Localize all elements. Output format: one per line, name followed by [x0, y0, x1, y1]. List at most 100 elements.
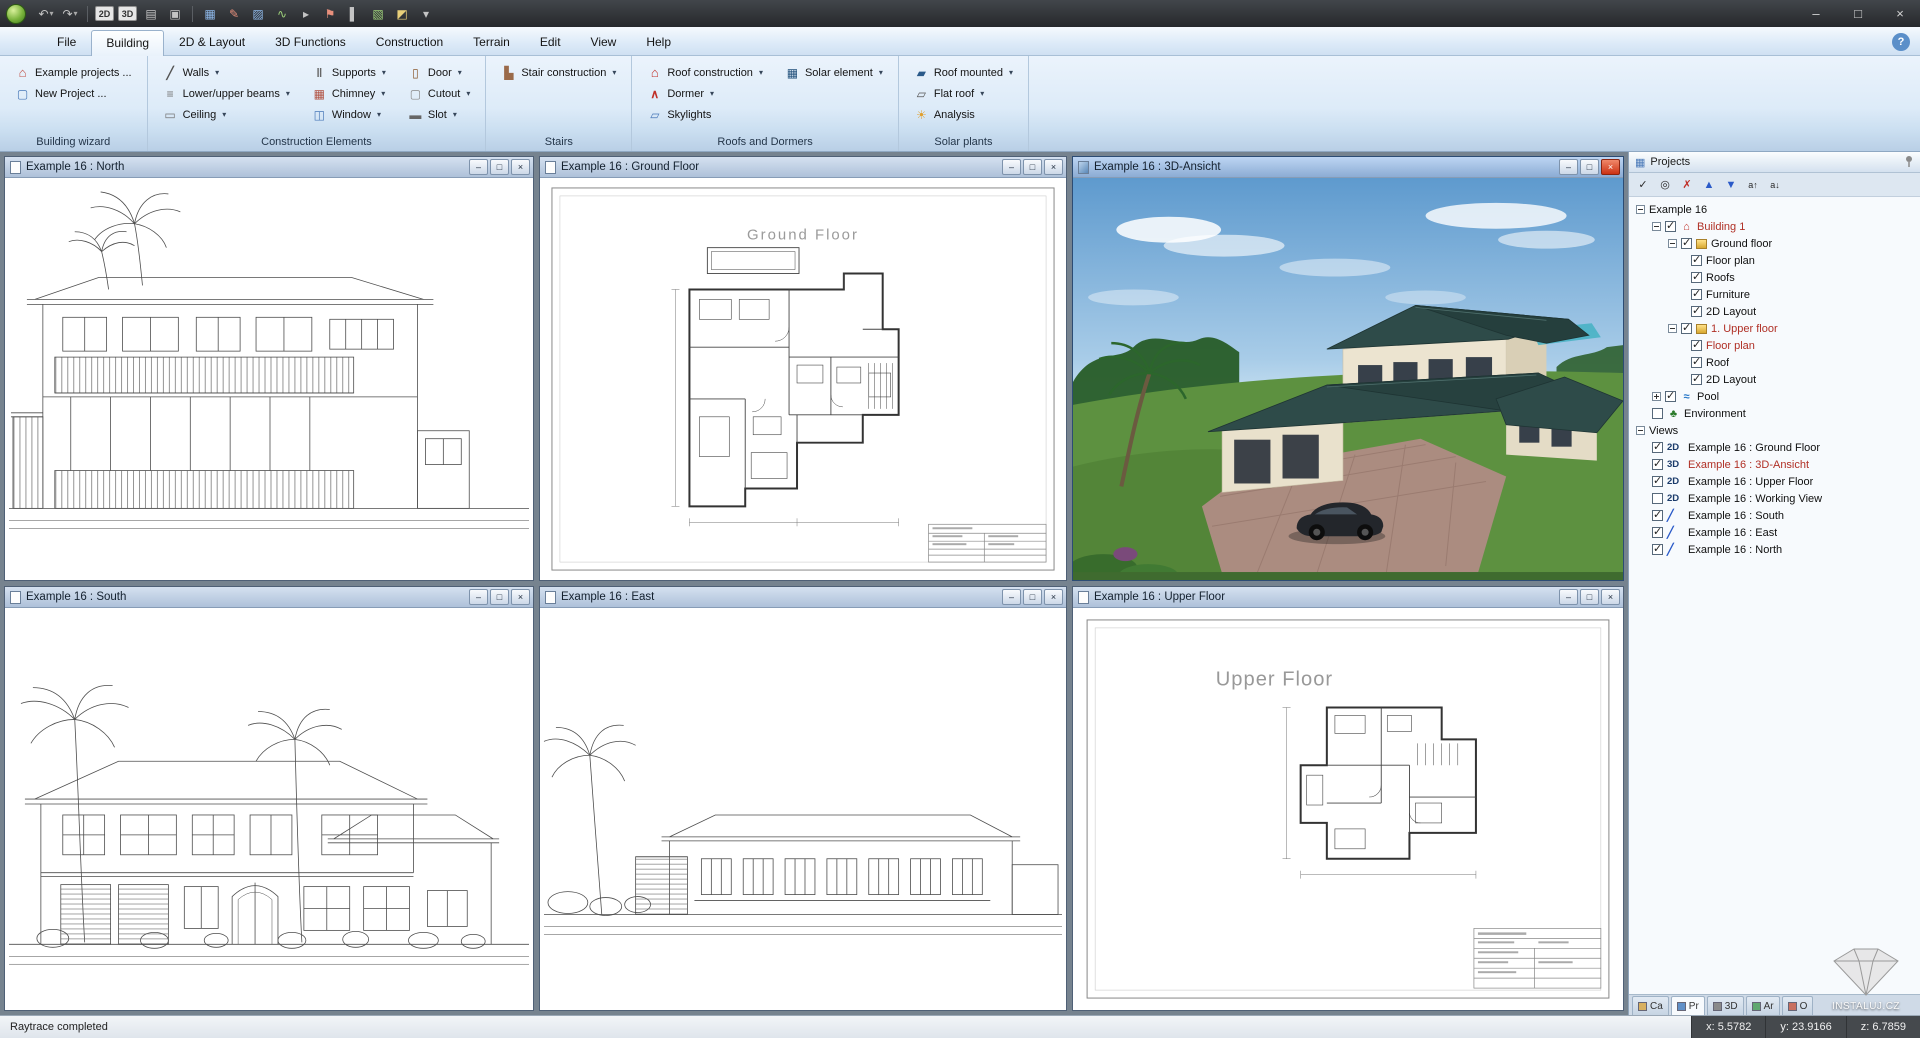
view-item-ground-floor[interactable]: 2D Example 16 : Ground Floor	[1631, 439, 1918, 456]
tab-construction[interactable]: Construction	[361, 29, 458, 55]
ribbon-item-solar-element[interactable]: Solar element▾	[782, 62, 886, 83]
window-titlebar[interactable]: Example 16 : East – □ ×	[540, 587, 1066, 608]
checkbox[interactable]	[1691, 340, 1702, 351]
move-down-icon[interactable]: ▼	[1721, 175, 1741, 194]
checkbox[interactable]	[1681, 238, 1692, 249]
checkbox[interactable]	[1681, 323, 1692, 334]
minimize-button[interactable]: –	[1559, 589, 1578, 605]
tree-item-ground-floor[interactable]: Ground floor	[1631, 235, 1918, 252]
checkbox[interactable]	[1652, 493, 1663, 504]
close-button[interactable]: ×	[1880, 0, 1920, 27]
tree-item-upper-roof[interactable]: Roof	[1631, 354, 1918, 371]
tree-item-floor-plan[interactable]: Floor plan	[1631, 252, 1918, 269]
close-button[interactable]: ×	[1044, 589, 1063, 605]
ribbon-item-roof-mounted[interactable]: Roof mounted▾	[911, 62, 1016, 83]
view-3d-icon[interactable]: 3D	[118, 6, 137, 21]
tab-building[interactable]: Building	[91, 30, 164, 56]
tab-edit[interactable]: Edit	[525, 29, 576, 55]
dropdown-arrow[interactable]: ▾	[215, 68, 219, 77]
dropdown-arrow[interactable]: ▾	[612, 68, 616, 77]
tab-2d-layout[interactable]: 2D & Layout	[164, 29, 260, 55]
wall-tool-icon[interactable]: ▌	[343, 3, 365, 24]
panel-tab-ar[interactable]: Ar	[1746, 996, 1780, 1015]
apply-icon[interactable]: ✓	[1633, 175, 1653, 194]
checkbox[interactable]	[1691, 357, 1702, 368]
checkbox[interactable]	[1665, 221, 1676, 232]
tab-view[interactable]: View	[576, 29, 632, 55]
view-item-east[interactable]: Example 16 : East	[1631, 524, 1918, 541]
tab-file[interactable]: File	[42, 29, 91, 55]
tree-item-2d-layout[interactable]: 2D Layout	[1631, 303, 1918, 320]
restore-button[interactable]: □	[1580, 159, 1599, 175]
sort-asc-icon[interactable]: a↑	[1743, 175, 1763, 194]
tree-item-building1[interactable]: Building 1	[1631, 218, 1918, 235]
dropdown-arrow[interactable]: ▾	[382, 68, 386, 77]
close-button[interactable]: ×	[1044, 159, 1063, 175]
minimize-button[interactable]: –	[469, 589, 488, 605]
window-titlebar[interactable]: Example 16 : Ground Floor – □ ×	[540, 157, 1066, 178]
tree-expander[interactable]	[1652, 392, 1661, 401]
pen-icon[interactable]: ✎	[223, 3, 245, 24]
window-titlebar[interactable]: Example 16 : 3D-Ansicht – □ ×	[1073, 157, 1623, 178]
redo-icon[interactable]: ↷▾	[59, 3, 81, 24]
tree-item-upper-floor[interactable]: 1. Upper floor	[1631, 320, 1918, 337]
restore-button[interactable]: □	[1580, 589, 1599, 605]
ribbon-item-stair-construction[interactable]: Stair construction▾	[498, 62, 619, 83]
minimize-button[interactable]: –	[469, 159, 488, 175]
view-2d-icon[interactable]: 2D	[95, 6, 114, 21]
more-dropdown-icon[interactable]: ▾	[415, 3, 437, 24]
sort-desc-icon[interactable]: a↓	[1765, 175, 1785, 194]
checkbox[interactable]	[1691, 306, 1702, 317]
dropdown-arrow[interactable]: ▾	[377, 110, 381, 119]
minimize-button[interactable]: –	[1002, 159, 1021, 175]
panel-tab-pr[interactable]: Pr	[1671, 996, 1705, 1015]
ribbon-item-ceiling[interactable]: Ceiling▾	[160, 104, 293, 125]
checkbox[interactable]	[1691, 374, 1702, 385]
checkbox[interactable]	[1691, 272, 1702, 283]
dropdown-arrow[interactable]: ▾	[458, 68, 462, 77]
east-elevation-canvas[interactable]	[540, 608, 1066, 1010]
ribbon-item-cutout[interactable]: Cutout▾	[405, 83, 473, 104]
delete-icon[interactable]: ✗	[1677, 175, 1697, 194]
dropdown-arrow[interactable]: ▾	[1009, 68, 1013, 77]
restore-button[interactable]: □	[1023, 589, 1042, 605]
upper-floor-canvas[interactable]: Upper Floor	[1073, 608, 1623, 1010]
flag-icon[interactable]: ⚑	[319, 3, 341, 24]
minimize-button[interactable]: –	[1002, 589, 1021, 605]
tile-windows-icon[interactable]: ▤	[140, 3, 162, 24]
close-button[interactable]: ×	[1601, 589, 1620, 605]
ribbon-item-supports[interactable]: Supports▾	[309, 62, 389, 83]
checkbox[interactable]	[1652, 510, 1663, 521]
panel-tab-3d[interactable]: 3D	[1707, 996, 1744, 1015]
ribbon-item-dormer[interactable]: Dormer▾	[644, 83, 766, 104]
dropdown-arrow[interactable]: ▾	[980, 89, 984, 98]
checkbox[interactable]	[1691, 255, 1702, 266]
3d-view-canvas[interactable]	[1073, 178, 1623, 580]
tree-item-roofs[interactable]: Roofs	[1631, 269, 1918, 286]
checkbox[interactable]	[1652, 442, 1663, 453]
projects-panel-header[interactable]: ▦ Projects	[1629, 152, 1920, 173]
eraser-icon[interactable]: ◩	[391, 3, 413, 24]
move-up-icon[interactable]: ▲	[1699, 175, 1719, 194]
window-titlebar[interactable]: Example 16 : North – □ ×	[5, 157, 533, 178]
restore-button[interactable]: □	[490, 589, 509, 605]
view-item-south[interactable]: Example 16 : South	[1631, 507, 1918, 524]
tree-item-upper-floor-plan[interactable]: Floor plan	[1631, 337, 1918, 354]
dropdown-arrow[interactable]: ▾	[222, 110, 226, 119]
ribbon-item-walls[interactable]: Walls▾	[160, 62, 293, 83]
close-button[interactable]: ×	[1601, 159, 1620, 175]
dropdown-arrow[interactable]: ▾	[453, 110, 457, 119]
window-titlebar[interactable]: Example 16 : Upper Floor – □ ×	[1073, 587, 1623, 608]
checkbox[interactable]	[1691, 289, 1702, 300]
checkbox[interactable]	[1652, 527, 1663, 538]
checkbox[interactable]	[1652, 476, 1663, 487]
restore-button[interactable]: □	[490, 159, 509, 175]
view-item-working-view[interactable]: 2D Example 16 : Working View	[1631, 490, 1918, 507]
tree-expander[interactable]	[1668, 324, 1677, 333]
ribbon-item-skylights[interactable]: Skylights	[644, 104, 766, 125]
view-item-3d-ansicht[interactable]: 3D Example 16 : 3D-Ansicht	[1631, 456, 1918, 473]
undo-icon[interactable]: ↶▾	[35, 3, 57, 24]
ribbon-item-new-project[interactable]: New Project ...	[12, 83, 135, 104]
checkbox[interactable]	[1665, 391, 1676, 402]
ribbon-item-slot[interactable]: Slot▾	[405, 104, 473, 125]
